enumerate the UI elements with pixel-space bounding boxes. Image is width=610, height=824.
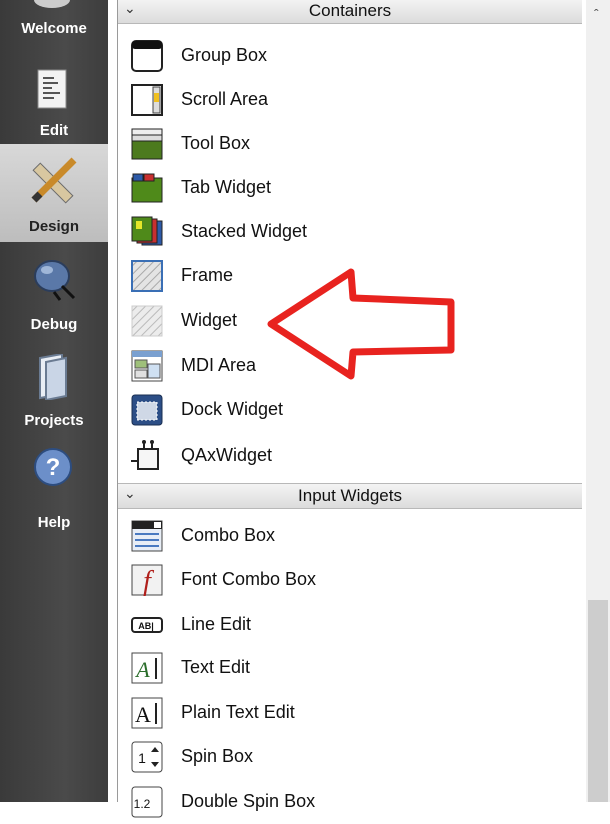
frame-icon (131, 260, 163, 292)
widget-item-label: MDI Area (181, 355, 257, 375)
widget-icon (131, 305, 163, 337)
line-edit-icon: AB| (131, 617, 163, 633)
mode-debug[interactable]: Debug (0, 250, 108, 340)
category-input-widgets[interactable]: ⌄ Input Widgets (118, 483, 582, 509)
svg-text:1.2: 1.2 (134, 797, 151, 811)
svg-text:AB|: AB| (138, 621, 154, 631)
double-spin-box-icon: 1.2 (131, 786, 163, 818)
red-arrow-icon (267, 268, 455, 380)
widget-item-label: Tool Box (181, 133, 251, 153)
scroll-area-icon (131, 84, 163, 116)
widget-item-label: Scroll Area (181, 89, 269, 109)
widget-item-text-edit[interactable]: A Text Edit (118, 646, 582, 690)
tool-box-icon (131, 128, 163, 160)
widget-item-label: Font Combo Box (181, 569, 317, 589)
mode-edit-label: Edit (39, 122, 69, 139)
mode-welcome[interactable]: Welcome (0, 0, 108, 40)
scroll-up-icon[interactable]: ˆ (594, 6, 599, 22)
widget-item-label: Spin Box (181, 746, 254, 766)
widget-item-tab-widget[interactable]: Tab Widget (118, 166, 582, 210)
combo-box-icon (131, 520, 163, 552)
widget-item-combo-box[interactable]: Combo Box (118, 514, 582, 558)
category-title: Input Widgets (298, 486, 402, 505)
widget-item-tool-box[interactable]: Tool Box (118, 122, 582, 166)
font-combo-box-icon: f (131, 564, 163, 597)
mode-welcome-label: Welcome (21, 20, 87, 37)
mode-edit[interactable]: Edit (0, 62, 108, 142)
widget-item-label: Frame (181, 265, 234, 285)
widget-item-label: Stacked Widget (181, 221, 308, 241)
mode-help-label: Help (37, 514, 71, 531)
mode-design[interactable]: Design (0, 144, 108, 242)
mdi-area-icon (131, 350, 163, 382)
spin-box-icon: 1 (131, 741, 163, 773)
svg-text:1: 1 (138, 750, 146, 766)
debug-bug-icon (34, 260, 76, 301)
widget-item-label: QAxWidget (181, 445, 273, 465)
widget-item-group-box[interactable]: Group Box (118, 34, 582, 78)
widget-item-label: Widget (181, 310, 238, 330)
edit-document-icon (37, 69, 67, 109)
widget-item-double-spin-box[interactable]: 1.2 Double Spin Box (118, 780, 582, 824)
group-box-icon (131, 40, 163, 72)
widget-item-qaxwidget[interactable]: QAxWidget (118, 434, 582, 478)
svg-text:A: A (134, 657, 150, 682)
tab-widget-icon (131, 173, 163, 203)
widget-item-label: Group Box (181, 45, 268, 65)
widget-item-label: Tab Widget (181, 177, 272, 197)
widget-item-label: Plain Text Edit (181, 702, 295, 722)
design-pencil-icon (31, 157, 77, 204)
category-containers[interactable]: ⌄ Containers (118, 0, 582, 24)
vertical-scrollbar[interactable]: ˆ (586, 0, 610, 802)
svg-text:A: A (135, 702, 151, 727)
dock-widget-icon (131, 394, 163, 426)
help-question-icon: ? (34, 448, 72, 486)
widget-item-line-edit[interactable]: AB| Line Edit (118, 603, 582, 647)
stacked-widget-icon (131, 216, 163, 246)
mode-projects-label: Projects (24, 412, 84, 429)
widget-item-font-combo-box[interactable]: f Font Combo Box (118, 558, 582, 602)
widget-item-stacked-widget[interactable]: Stacked Widget (118, 210, 582, 254)
qaxwidget-icon (131, 440, 159, 470)
widget-item-spin-box[interactable]: 1 Spin Box (118, 735, 582, 779)
mode-projects[interactable]: Projects (0, 352, 108, 434)
svg-text:?: ? (46, 454, 61, 481)
mode-design-label: Design (28, 218, 79, 235)
plain-text-edit-icon: A (131, 697, 163, 729)
scrollbar-thumb[interactable] (588, 600, 608, 802)
widget-item-label: Dock Widget (181, 399, 284, 419)
text-edit-icon: A (131, 652, 163, 684)
mode-help[interactable]: ? Help (0, 444, 108, 534)
mode-debug-label: Debug (30, 316, 78, 333)
widget-item-label: Text Edit (181, 657, 251, 677)
widget-item-dock-widget[interactable]: Dock Widget (118, 388, 582, 432)
projects-book-icon (39, 354, 67, 400)
widget-item-label: Combo Box (181, 525, 276, 545)
widget-item-plain-text-edit[interactable]: A Plain Text Edit (118, 691, 582, 735)
mode-selector-bar: Welcome Edit Design Debug Projects ? Hel… (0, 0, 108, 802)
category-title: Containers (308, 1, 392, 20)
welcome-icon (34, 0, 70, 8)
widget-item-scroll-area[interactable]: Scroll Area (118, 78, 582, 122)
widget-item-label: Line Edit (181, 614, 252, 634)
